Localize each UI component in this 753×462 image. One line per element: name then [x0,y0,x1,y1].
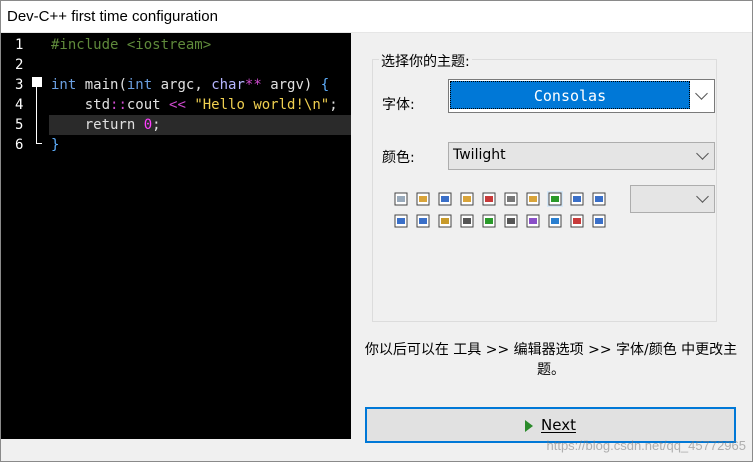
code-line: 2 [1,55,351,75]
line-number: 1 [15,37,24,53]
code-token: char [211,77,245,93]
code-token: 0 [143,117,153,133]
chart-icon [547,213,563,229]
code-preview: 1 #include <iostream> 2 3 int main(int argc,… [1,33,351,439]
code-token: << [169,97,186,113]
font-select-value: Consolas [450,81,690,109]
title-bar: Dev-C++ first time configuration [1,1,752,33]
code-token: int [126,77,153,93]
chevron-down-icon [696,190,709,203]
code-token: { [320,77,330,93]
code-line: 3 int main(int argc, char** argv) { [1,75,351,95]
code-token: ** [244,77,262,93]
color-select-value: Twilight [453,147,506,163]
line-number: 6 [15,137,24,153]
code-token: argv) [261,77,321,93]
arrow-right-icon [525,419,534,432]
code-text: std::cout << "Hello world!\n"; [51,95,338,115]
code-text: } [51,135,59,155]
save-all-icon [459,191,475,207]
color-select[interactable]: Twilight [448,142,715,170]
color-grid-icon [481,213,497,229]
theme-panel: 选择你的主题: 字体: Consolas 颜色: Twilight 你以后可以在… [351,33,752,461]
line-number: 2 [15,57,24,73]
replace-icon [591,191,607,207]
code-line: 5 return 0; [1,115,351,135]
redo-icon [547,191,563,207]
line-number: 5 [15,117,24,133]
code-line: 4 std::cout << "Hello world!\n"; [1,95,351,115]
window-title: Dev-C++ first time configuration [7,8,218,25]
preview-toolbar [393,191,623,231]
code-token: main( [76,77,127,93]
watermark: https://blog.csdn.net/qq_45772965 [546,438,747,453]
code-token: "Hello world!\n" [194,97,330,113]
code-line: 1 #include <iostream> [1,35,351,55]
font-select[interactable]: Consolas [448,79,715,113]
open-file-icon [415,191,431,207]
window-icon [459,213,475,229]
run-icon [415,213,431,229]
code-token: ; [329,97,338,113]
undo-icon [525,191,541,207]
print-icon [503,191,519,207]
code-token: std [51,97,111,113]
code-token: :: [110,97,127,113]
chevron-down-icon [696,147,709,160]
code-text: #include <iostream> [51,35,211,55]
info-text: 你以后可以在 工具 >> 编辑器选项 >> 字体/颜色 中更改主题。 [364,342,738,378]
code-text: int main(int argc, char** argv) { [51,75,329,95]
chevron-down-icon [695,87,708,100]
next-button-label: Next [541,416,576,434]
code-token: return [51,117,144,133]
compile-icon [393,213,409,229]
code-token: int [51,77,77,93]
toolbar-select[interactable] [630,185,715,213]
code-token: cout [126,97,170,113]
code-token: } [51,137,60,153]
close-icon [481,191,497,207]
line-number: 4 [15,97,24,113]
new-file-icon [393,191,409,207]
config-window: Dev-C++ first time configuration 1 #inclu… [0,0,753,462]
grid-icon [437,213,453,229]
find-icon [569,191,585,207]
next-button-content: Next [367,409,734,441]
code-token: #include <iostream> [51,37,212,53]
line-number: 3 [15,77,24,93]
code-token: argc, [152,77,212,93]
theme-group-title: 选择你的主题: [379,51,472,71]
profile-icon [591,213,607,229]
color-label: 颜色: [382,150,415,166]
debug-icon [569,213,585,229]
save-icon [437,191,453,207]
code-line: 6} [1,135,351,155]
apps-icon [503,213,519,229]
font-label: 字体: [382,97,415,113]
code-text: return 0; [51,115,161,135]
code-token: ; [152,117,161,133]
check-icon [525,213,541,229]
